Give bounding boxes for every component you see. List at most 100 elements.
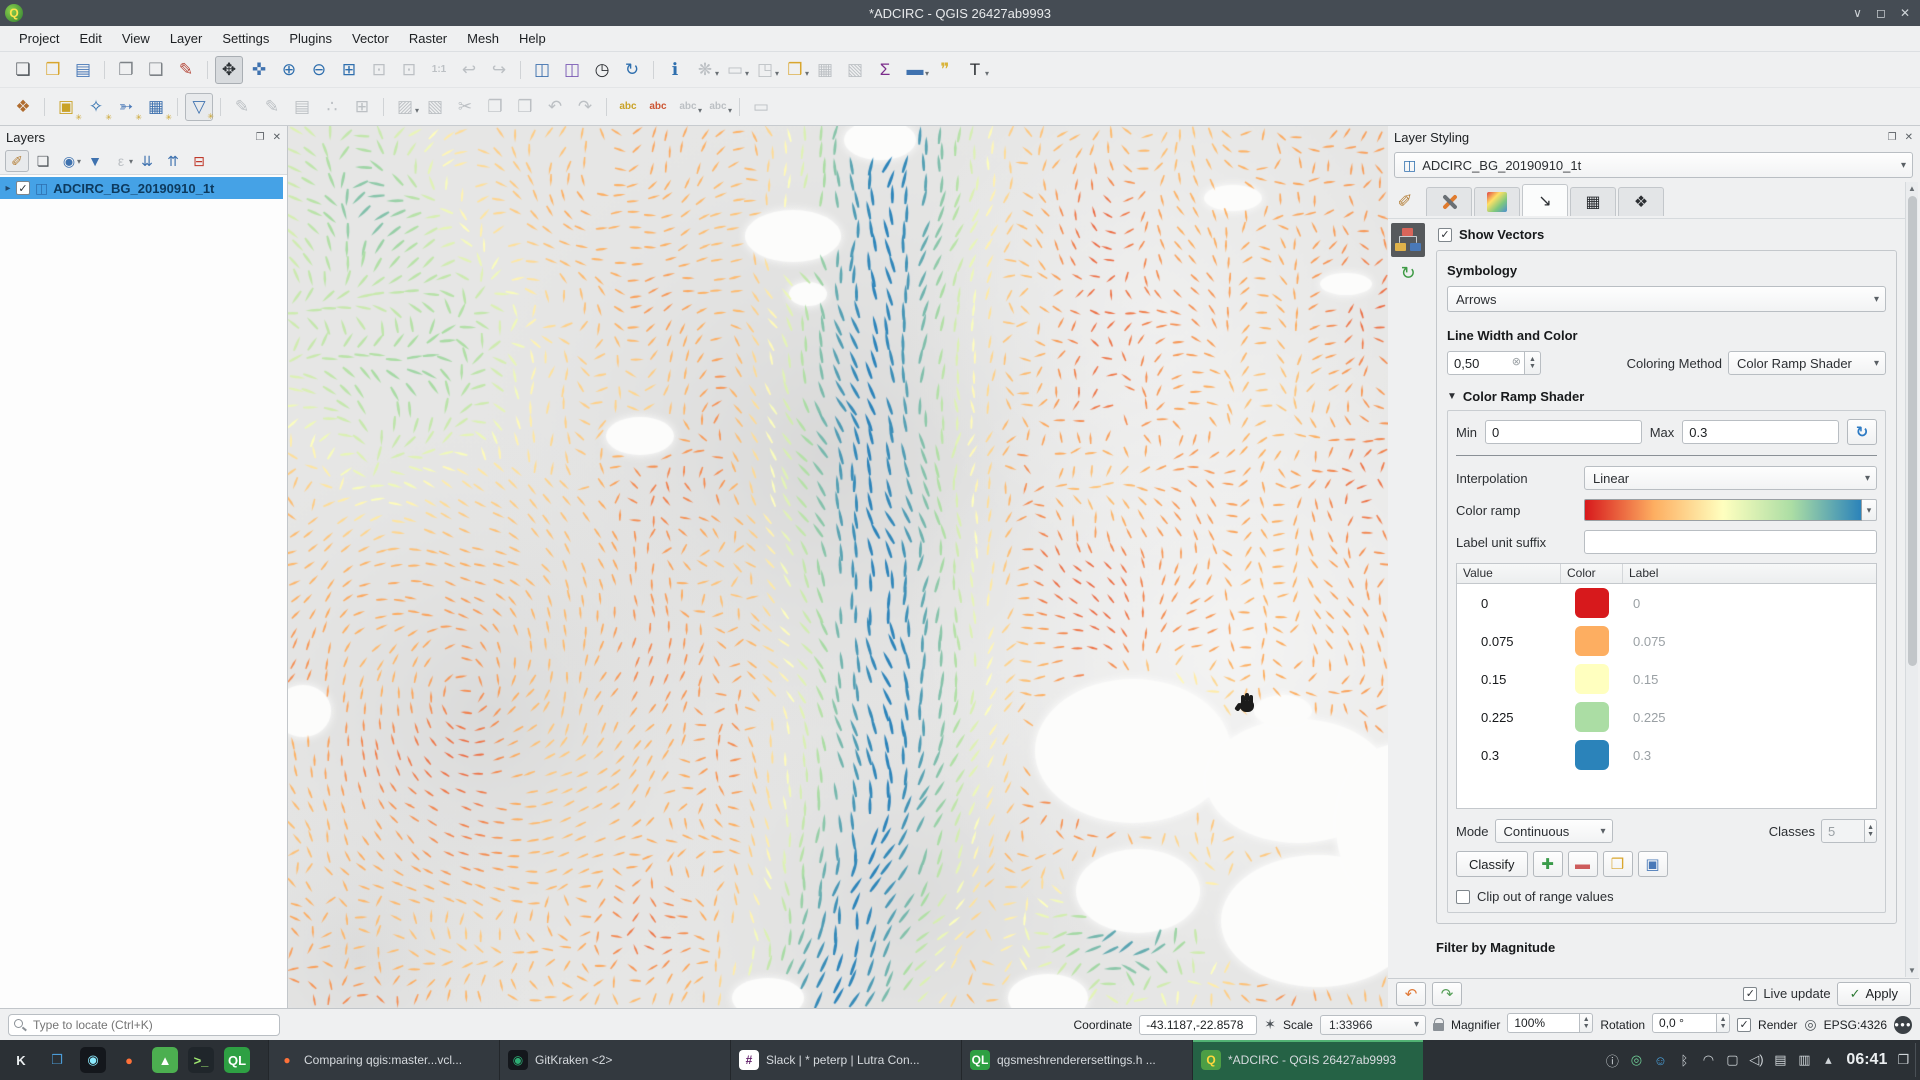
color-swatch[interactable] [1575,626,1609,656]
field-calculator-button[interactable]: ▧ [841,56,869,84]
new-project-button[interactable]: ❏ [9,56,37,84]
add-record-button[interactable]: ⊞ [348,93,376,121]
color-ramp-shader-collapse[interactable]: ▼ Color Ramp Shader [1447,389,1886,404]
temporal-controller-button[interactable]: ◷ [588,56,616,84]
color-swatch[interactable] [1575,740,1609,770]
symbology-combo[interactable]: Arrows [1447,286,1886,312]
new-spatialite-layer-button[interactable]: ➳ ✳ [112,93,140,121]
zoom-out-button[interactable]: ⊖ [305,56,333,84]
classes-input[interactable] [1821,819,1865,843]
diagram-options-button[interactable]: abc ▾ [704,93,732,121]
save-edits-button[interactable]: ▤ [288,93,316,121]
max-input[interactable] [1682,420,1839,444]
filter-legend-button[interactable]: ▼ [83,150,107,172]
tray-session-icon[interactable]: ◎ [1626,1049,1646,1071]
messages-icon[interactable]: ●●● [1894,1016,1912,1034]
refresh-button[interactable]: ↻ [618,56,646,84]
map-canvas[interactable] [288,126,1388,1008]
map-tips-button[interactable]: ❞ [931,56,959,84]
layer-labeling-button[interactable]: abc [614,93,642,121]
maximize-button[interactable]: ◻ [1876,6,1886,20]
cut-features-button[interactable]: ✂ [451,93,479,121]
load-color-map-button[interactable]: ❒ [1603,851,1633,877]
coordinate-extents-icon[interactable]: ✶ [1264,1016,1276,1033]
rotation-steppers[interactable]: ▲▼ [1717,1013,1730,1033]
zoom-in-button[interactable]: ⊕ [275,56,303,84]
terminal-icon[interactable]: >_ [184,1043,218,1077]
color-ramp-table-row[interactable]: 0.075 0.075 [1457,622,1876,660]
undo-style-button[interactable]: ↶ [1396,982,1426,1006]
media-app-icon[interactable]: ◉ [76,1043,110,1077]
menu-item[interactable]: Settings [213,28,278,49]
toggle-editing-button[interactable]: ✎ [258,93,286,121]
locate-search[interactable] [8,1014,280,1036]
tray-network-icon[interactable]: ◠ [1698,1049,1718,1071]
color-ramp-table-row[interactable]: 0.3 0.3 [1457,736,1876,774]
close-panel-icon[interactable]: ✕ [273,132,281,143]
remove-value-button[interactable]: ▬ [1568,851,1598,877]
tray-clipboard-icon[interactable]: ▥ [1794,1049,1814,1071]
redo-edit-button[interactable]: ↷ [571,93,599,121]
scroll-down-icon[interactable]: ▼ [1906,966,1918,975]
pan-to-selection-button[interactable]: ✜ [245,56,273,84]
style-manager-button[interactable]: ✎ [172,56,200,84]
show-vectors-checkbox[interactable]: ✓ [1438,228,1452,242]
tray-expand-icon[interactable]: ▴ [1818,1049,1838,1071]
classify-button[interactable]: Classify [1456,851,1528,877]
clear-icon[interactable]: ⊗ [1512,355,1521,368]
min-input[interactable] [1485,420,1642,444]
scroll-up-icon[interactable]: ▲ [1906,184,1918,193]
task-qtcreator[interactable]: QL qgsmeshrenderersettings.h ... [961,1040,1192,1080]
highlight-pinned-labels-button[interactable]: ▭ [747,93,775,121]
new-print-layout-button[interactable]: ❐ [112,56,140,84]
tray-volume-icon[interactable]: ◁) [1746,1049,1766,1071]
color-swatch[interactable] [1575,702,1609,732]
task-gitkraken[interactable]: ◉ GitKraken <2> [499,1040,730,1080]
float-panel-icon[interactable]: ❐ [1888,132,1897,143]
statistics-button[interactable]: Σ [871,56,899,84]
new-mesh-layer-button[interactable]: ▦ ✳ [142,93,170,121]
zoom-native-button[interactable]: 1:1 [425,56,453,84]
paste-features-button[interactable]: ❒ [511,93,539,121]
tray-display-icon[interactable]: ▢ [1722,1049,1742,1071]
close-panel-icon[interactable]: ✕ [1905,132,1913,143]
magnifier-steppers[interactable]: ▲▼ [1580,1013,1593,1033]
menu-item[interactable]: Edit [70,28,110,49]
save-project-button[interactable]: ▤ [69,56,97,84]
expand-all-button[interactable]: ⇊ [135,150,159,172]
show-desktop-button[interactable] [1915,1043,1920,1077]
layer-diagram-button[interactable]: abc [644,93,672,121]
multiedit-button[interactable]: ▧ [421,93,449,121]
redo-style-button[interactable]: ↷ [1432,982,1462,1006]
tray-bluetooth-icon[interactable]: ᛒ [1674,1049,1694,1071]
rotation-input[interactable] [1652,1013,1717,1033]
classes-steppers[interactable]: ▲▼ [1865,819,1877,843]
collapse-all-button[interactable]: ⇈ [161,150,185,172]
measure-button[interactable]: ▬ ▾ [901,56,929,84]
remove-layer-button[interactable]: ⊟ [187,150,211,172]
menu-item[interactable]: Vector [343,28,398,49]
clip-checkbox[interactable] [1456,890,1470,904]
zoom-full-button[interactable]: ⊞ [335,56,363,84]
current-edits-button[interactable]: ✎ [228,93,256,121]
coloring-method-combo[interactable]: Color Ramp Shader [1728,351,1886,375]
styled-layer-combo[interactable]: ◫ ADCIRC_BG_20190910_1t [1394,152,1913,178]
add-feature-button[interactable]: ∴ [318,93,346,121]
task-firefox[interactable]: ● Comparing qgis:master...vcl... [268,1040,499,1080]
identify-features-button[interactable]: ℹ [661,56,689,84]
task-slack[interactable]: # Slack | * peterp | Lutra Con... [730,1040,961,1080]
interpolation-combo[interactable]: Linear [1584,466,1877,490]
apply-button[interactable]: ✓ Apply [1837,982,1911,1006]
zoom-to-layer-button[interactable]: ⊡ [395,56,423,84]
select-by-form-button[interactable]: ❒ ▾ [781,56,809,84]
magnifier-input[interactable] [1507,1013,1580,1033]
zoom-to-selection-button[interactable]: ⊡ [365,56,393,84]
add-value-button[interactable]: ✚ [1533,851,1563,877]
zoom-last-button[interactable]: ↩ [455,56,483,84]
copy-features-button[interactable]: ❐ [481,93,509,121]
new-shapefile-layer-button[interactable]: ✧ ✳ [82,93,110,121]
run-feature-action-button[interactable]: ❋ ▾ [691,56,719,84]
labeling-options-button[interactable]: abc ▾ [674,93,702,121]
color-ramp-table-row[interactable]: 0 0 [1457,584,1876,622]
tab-frame[interactable]: ▦ [1570,187,1616,216]
